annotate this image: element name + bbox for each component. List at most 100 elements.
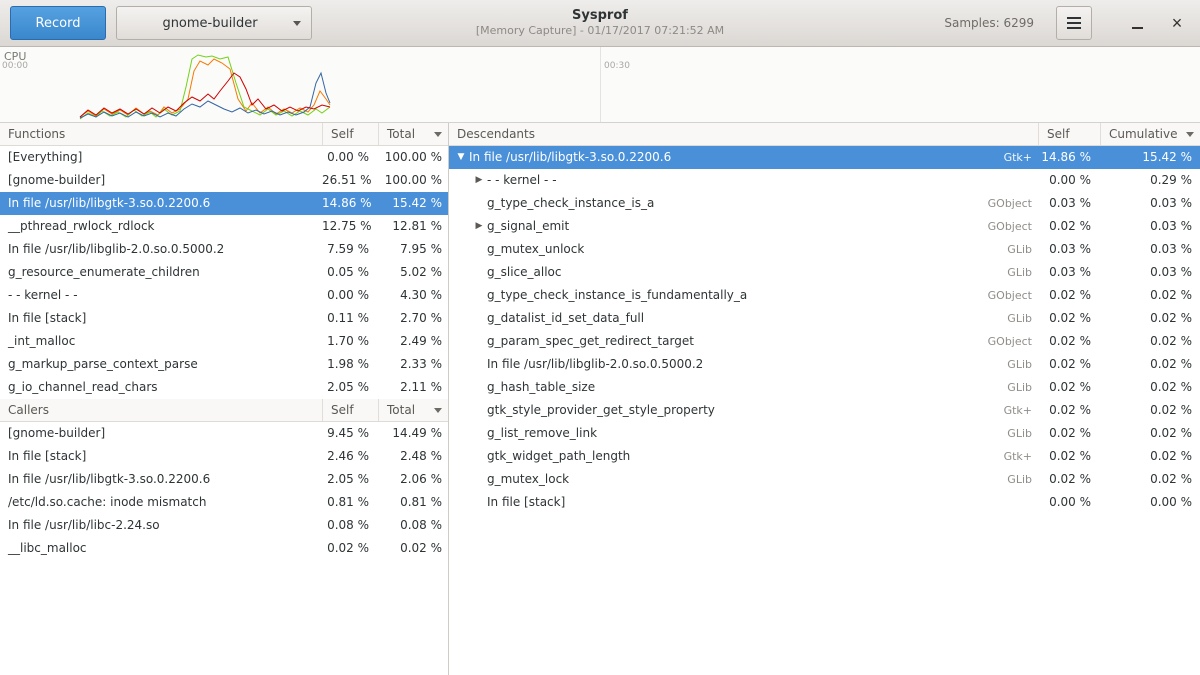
table-row[interactable]: In file /usr/lib/libc-2.24.so0.08 %0.08 … xyxy=(0,514,448,537)
function-name: [Everything] xyxy=(0,146,322,169)
cumulative-value: 0.29 % xyxy=(1100,169,1200,192)
descendant-name-cell: g_type_check_instance_is_aGObject xyxy=(449,192,1038,215)
function-name: In file /usr/lib/libgtk-3.so.0.2200.6 xyxy=(469,146,671,169)
table-row[interactable]: g_io_channel_read_chars2.05 %2.11 % xyxy=(0,376,448,399)
table-row[interactable]: [gnome-builder]26.51 %100.00 % xyxy=(0,169,448,192)
self-value: 9.45 % xyxy=(322,422,378,445)
function-name: In file [stack] xyxy=(487,491,565,514)
table-row[interactable]: ▼In file /usr/lib/libgtk-3.so.0.2200.6 Gt… xyxy=(449,146,1200,169)
function-name: In file /usr/lib/libgtk-3.so.0.2200.6 xyxy=(0,468,322,491)
table-row[interactable]: In file /usr/lib/libglib-2.0.so.0.5000.2… xyxy=(449,353,1200,376)
table-row[interactable]: g_mutex_lockGLib0.02 %0.02 % xyxy=(449,468,1200,491)
table-row[interactable]: g_mutex_unlockGLib0.03 %0.03 % xyxy=(449,238,1200,261)
menu-button[interactable] xyxy=(1056,6,1092,40)
table-row[interactable]: g_type_check_instance_is_aGObject0.03 %0… xyxy=(449,192,1200,215)
function-name: In file /usr/lib/libglib-2.0.so.0.5000.2 xyxy=(487,353,703,376)
table-row[interactable]: ▶g_signal_emitGObject0.02 %0.03 % xyxy=(449,215,1200,238)
table-row[interactable]: ▶- - kernel - -0.00 %0.29 % xyxy=(449,169,1200,192)
column-header-cumulative[interactable]: Cumulative xyxy=(1100,123,1200,145)
library-badge: GObject xyxy=(978,284,1038,307)
callers-table-header: Callers Self Total xyxy=(0,399,448,422)
self-value: 0.02 % xyxy=(1038,284,1100,307)
descendant-name-cell: gtk_widget_path_length Gtk+ xyxy=(449,445,1038,468)
library-badge: Gtk+ xyxy=(994,399,1038,422)
cumulative-value: 0.02 % xyxy=(1100,445,1200,468)
table-row[interactable]: g_markup_parse_context_parse1.98 %2.33 % xyxy=(0,353,448,376)
table-row[interactable]: In file [stack]2.46 %2.48 % xyxy=(0,445,448,468)
table-row[interactable]: gtk_style_provider_get_style_property Gtk… xyxy=(449,399,1200,422)
close-button[interactable]: × xyxy=(1164,10,1190,36)
record-button[interactable]: Record xyxy=(10,6,106,40)
table-row[interactable]: _int_malloc1.70 %2.49 % xyxy=(0,330,448,353)
function-name: g_param_spec_get_redirect_target xyxy=(487,330,694,353)
cumulative-value: 0.02 % xyxy=(1100,353,1200,376)
column-header-functions[interactable]: Functions xyxy=(0,123,322,145)
descendant-name-cell: ▶- - kernel - - xyxy=(449,169,1038,192)
minimize-button[interactable] xyxy=(1124,10,1150,36)
function-name: In file [stack] xyxy=(0,445,322,468)
column-header-self[interactable]: Self xyxy=(1038,123,1100,145)
library-badge: Gtk+ xyxy=(994,146,1038,169)
self-value: 0.02 % xyxy=(1038,422,1100,445)
minimize-icon xyxy=(1132,27,1143,29)
cpu-series-cpu3 xyxy=(80,73,330,117)
self-value: 1.98 % xyxy=(322,353,378,376)
cpu-timeline[interactable]: CPU 00:00 00:30 xyxy=(0,47,1200,123)
table-row[interactable]: g_param_spec_get_redirect_targetGObject0… xyxy=(449,330,1200,353)
descendant-name-cell: g_type_check_instance_is_fundamentally_a… xyxy=(449,284,1038,307)
self-value: 0.02 % xyxy=(1038,353,1100,376)
table-row[interactable]: g_list_remove_linkGLib0.02 %0.02 % xyxy=(449,422,1200,445)
column-header-total[interactable]: Total xyxy=(378,399,448,421)
table-row[interactable]: g_datalist_id_set_data_fullGLib0.02 %0.0… xyxy=(449,307,1200,330)
self-value: 2.05 % xyxy=(322,468,378,491)
column-header-self[interactable]: Self xyxy=(322,399,378,421)
column-header-callers[interactable]: Callers xyxy=(0,399,322,421)
process-selector-dropdown[interactable]: gnome-builder xyxy=(116,6,312,40)
total-value: 2.33 % xyxy=(378,353,448,376)
table-row[interactable]: g_type_check_instance_is_fundamentally_a… xyxy=(449,284,1200,307)
table-row[interactable]: In file /usr/lib/libgtk-3.so.0.2200.62.0… xyxy=(0,468,448,491)
total-value: 2.11 % xyxy=(378,376,448,399)
table-row[interactable]: [gnome-builder]9.45 %14.49 % xyxy=(0,422,448,445)
chevron-collapsed-icon[interactable]: ▶ xyxy=(471,215,487,238)
library-badge: GLib xyxy=(997,468,1038,491)
library-badge: GLib xyxy=(997,238,1038,261)
table-row[interactable]: g_resource_enumerate_children0.05 %5.02 … xyxy=(0,261,448,284)
table-row[interactable]: __libc_malloc0.02 %0.02 % xyxy=(0,537,448,560)
self-value: 0.03 % xyxy=(1038,192,1100,215)
descendant-name-cell: g_mutex_unlockGLib xyxy=(449,238,1038,261)
library-badge: Gtk+ xyxy=(994,445,1038,468)
chevron-expanded-icon[interactable]: ▼ xyxy=(453,146,469,169)
table-row[interactable]: __pthread_rwlock_rdlock12.75 %12.81 % xyxy=(0,215,448,238)
table-row[interactable]: - - kernel - -0.00 %4.30 % xyxy=(0,284,448,307)
table-row[interactable]: In file [stack]0.00 %0.00 % xyxy=(449,491,1200,514)
function-name: gtk_widget_path_length xyxy=(487,445,630,468)
column-header-descendants[interactable]: Descendants xyxy=(449,123,1038,145)
table-row[interactable]: [Everything]0.00 %100.00 % xyxy=(0,146,448,169)
cumulative-value: 0.02 % xyxy=(1100,399,1200,422)
function-name: gtk_style_provider_get_style_property xyxy=(487,399,715,422)
table-row[interactable]: In file /usr/lib/libgtk-3.so.0.2200.614.… xyxy=(0,192,448,215)
library-badge: GLib xyxy=(997,422,1038,445)
function-name: g_type_check_instance_is_a xyxy=(487,192,654,215)
chevron-collapsed-icon[interactable]: ▶ xyxy=(471,169,487,192)
table-row[interactable]: gtk_widget_path_lengthGtk+0.02 %0.02 % xyxy=(449,445,1200,468)
table-row[interactable]: /etc/ld.so.cache: inode mismatch0.81 %0.… xyxy=(0,491,448,514)
table-row[interactable]: In file /usr/lib/libglib-2.0.so.0.5000.2… xyxy=(0,238,448,261)
self-value: 0.02 % xyxy=(1038,468,1100,491)
column-header-total[interactable]: Total xyxy=(378,123,448,145)
cpu-series-cpu1 xyxy=(80,55,330,119)
table-row[interactable]: In file [stack]0.11 %2.70 % xyxy=(0,307,448,330)
self-value: 0.03 % xyxy=(1038,261,1100,284)
self-value: 26.51 % xyxy=(322,169,378,192)
cumulative-value: 0.02 % xyxy=(1100,307,1200,330)
library-badge: GLib xyxy=(997,376,1038,399)
cumulative-value: 0.02 % xyxy=(1100,422,1200,445)
descendants-table-header: Descendants Self Cumulative xyxy=(449,123,1200,146)
column-header-self[interactable]: Self xyxy=(322,123,378,145)
total-value: 14.49 % xyxy=(378,422,448,445)
table-row[interactable]: g_hash_table_sizeGLib0.02 %0.02 % xyxy=(449,376,1200,399)
timeline-mid-label: 00:30 xyxy=(604,61,630,71)
table-row[interactable]: g_slice_allocGLib0.03 %0.03 % xyxy=(449,261,1200,284)
header-left-controls: Record gnome-builder xyxy=(10,6,312,40)
